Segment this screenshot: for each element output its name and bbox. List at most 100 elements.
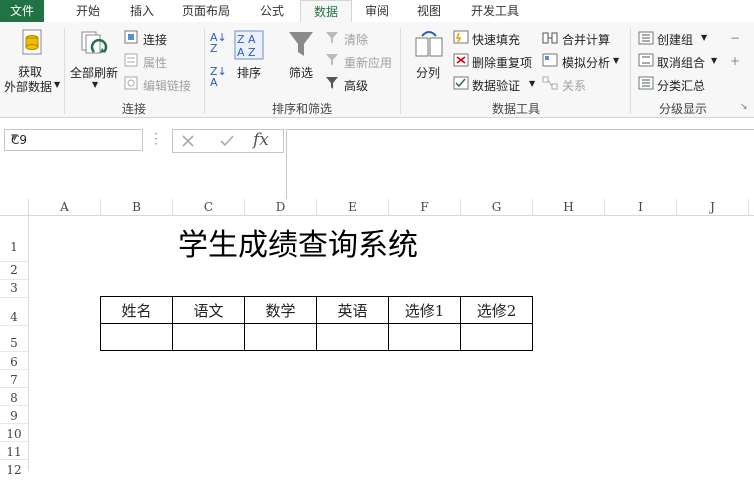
filter-icon (289, 32, 313, 56)
tab-file[interactable]: 文件 (0, 0, 44, 22)
get-external-label-2[interactable]: 外部数据 (4, 78, 52, 95)
select-all-corner[interactable] (0, 199, 29, 216)
column-header-g[interactable]: G (461, 199, 533, 215)
insert-function-icon[interactable]: fx (253, 130, 269, 150)
ungroup-button[interactable]: 取消组合 (657, 54, 705, 71)
row-header-6[interactable]: 6 (0, 352, 28, 370)
data-validation-button[interactable]: 数据验证 (472, 77, 520, 94)
score-table: 姓名 语文 数学 英语 选修1 选修2 (100, 296, 533, 351)
row-header-9[interactable]: 9 (0, 406, 28, 424)
tab-review[interactable]: 审阅 (352, 0, 402, 22)
row-header-5[interactable]: 5 (0, 326, 28, 352)
column-header-bar: A B C D E F G H I J (29, 199, 754, 216)
header-english-cell[interactable]: 英语 (316, 296, 389, 324)
sort-za-icon[interactable]: Z↓ A (210, 66, 227, 88)
column-header-e[interactable]: E (317, 199, 389, 215)
outline-group-label: 分级显示 (658, 102, 707, 116)
relationships-icon (542, 76, 558, 90)
consolidate-icon (542, 32, 558, 44)
sort-button[interactable]: 排序 (237, 64, 261, 81)
column-header-h[interactable]: H (533, 199, 605, 215)
chevron-down-icon[interactable]: ▼ (529, 79, 535, 88)
data-tools-group-label: 数据工具 (491, 102, 540, 116)
tab-insert[interactable]: 插入 (116, 0, 168, 22)
row-header-1[interactable]: 1 (0, 216, 28, 262)
chevron-down-icon[interactable]: ▼ (11, 133, 138, 143)
cancel-icon[interactable] (181, 134, 195, 148)
column-header-a[interactable]: A (29, 199, 101, 215)
sheet-title[interactable]: 学生成绩查询系统 (178, 220, 418, 264)
create-group-button[interactable]: 创建组 (657, 31, 693, 48)
expand-plus-icon[interactable]: + (730, 54, 740, 68)
clear-button[interactable]: 清除 (344, 31, 368, 48)
formula-buttons: fx (172, 129, 284, 153)
connections-icon (124, 30, 138, 44)
chevron-down-icon[interactable]: ▼ (701, 33, 707, 42)
refresh-all-icon (81, 31, 108, 54)
data-cell[interactable] (244, 323, 317, 351)
remove-duplicates-icon (453, 53, 469, 67)
data-cell[interactable] (388, 323, 461, 351)
text-to-columns-icon (415, 31, 443, 57)
what-if-icon (542, 53, 558, 67)
tab-page-layout[interactable]: 页面布局 (172, 0, 240, 22)
filter-button[interactable]: 筛选 (289, 64, 313, 81)
data-cell[interactable] (100, 323, 173, 351)
dialog-launcher-icon[interactable]: ↘ (740, 102, 748, 112)
formula-input[interactable] (286, 129, 754, 207)
column-header-i[interactable]: I (605, 199, 677, 215)
chevron-down-icon[interactable]: ▼ (613, 56, 619, 65)
collapse-dash-icon[interactable]: − (730, 31, 740, 45)
tab-formulas[interactable]: 公式 (246, 0, 298, 22)
header-elective1-cell[interactable]: 选修1 (388, 296, 461, 324)
row-header-12[interactable]: 12 (0, 460, 28, 477)
tab-data[interactable]: 数据 (300, 0, 352, 24)
flash-fill-button[interactable]: 快速填充 (472, 31, 520, 48)
data-cell[interactable] (316, 323, 389, 351)
chevron-down-icon[interactable]: ▼ (54, 80, 60, 89)
svg-text:A Z: A Z (237, 46, 256, 59)
name-box[interactable]: C9 ▼ (4, 129, 143, 151)
row-header-11[interactable]: 11 (0, 442, 28, 460)
data-cell[interactable] (460, 323, 533, 351)
reapply-button[interactable]: 重新应用 (344, 54, 392, 71)
consolidate-button[interactable]: 合并计算 (562, 31, 610, 48)
subtotal-button[interactable]: 分类汇总 (657, 77, 705, 94)
header-math-cell[interactable]: 数学 (244, 296, 317, 324)
header-name-cell[interactable]: 姓名 (100, 296, 173, 324)
refresh-all-button[interactable]: 全部刷新 (70, 64, 118, 81)
enter-check-icon[interactable] (219, 134, 235, 148)
row-header-2[interactable]: 2 (0, 262, 28, 280)
row-header-8[interactable]: 8 (0, 388, 28, 406)
remove-duplicates-button[interactable]: 删除重复项 (472, 54, 532, 71)
row-header-7[interactable]: 7 (0, 370, 28, 388)
chevron-down-icon[interactable]: ▼ (92, 80, 98, 89)
what-if-button[interactable]: 模拟分析 (562, 54, 610, 71)
group-icon (638, 31, 654, 45)
chevron-down-icon[interactable]: ▼ (711, 56, 717, 65)
data-cell[interactable] (172, 323, 245, 351)
column-header-c[interactable]: C (173, 199, 245, 215)
row-header-3[interactable]: 3 (0, 280, 28, 298)
row-header-10[interactable]: 10 (0, 424, 28, 442)
connections-button[interactable]: 连接 (143, 31, 167, 48)
tab-home[interactable]: 开始 (62, 0, 114, 22)
table-header-row: 姓名 语文 数学 英语 选修1 选修2 (100, 296, 533, 324)
column-header-b[interactable]: B (101, 199, 173, 215)
split-button[interactable]: 分列 (416, 64, 440, 81)
svg-text:Z A: Z A (237, 33, 256, 46)
advanced-button[interactable]: 高级 (344, 77, 368, 94)
sort-az-icon[interactable]: A↓ Z (210, 32, 227, 54)
subtotal-icon (638, 76, 654, 90)
row-header-4[interactable]: 4 (0, 298, 28, 326)
column-header-j[interactable]: J (677, 199, 749, 215)
header-elective2-cell[interactable]: 选修2 (460, 296, 533, 324)
properties-button[interactable]: 属性 (143, 54, 167, 71)
column-header-f[interactable]: F (389, 199, 461, 215)
column-header-d[interactable]: D (245, 199, 317, 215)
edit-links-button[interactable]: 编辑链接 (143, 77, 191, 94)
header-chinese-cell[interactable]: 语文 (172, 296, 245, 324)
tab-view[interactable]: 视图 (404, 0, 454, 22)
relationships-button[interactable]: 关系 (562, 77, 586, 94)
tab-developer[interactable]: 开发工具 (460, 0, 530, 22)
